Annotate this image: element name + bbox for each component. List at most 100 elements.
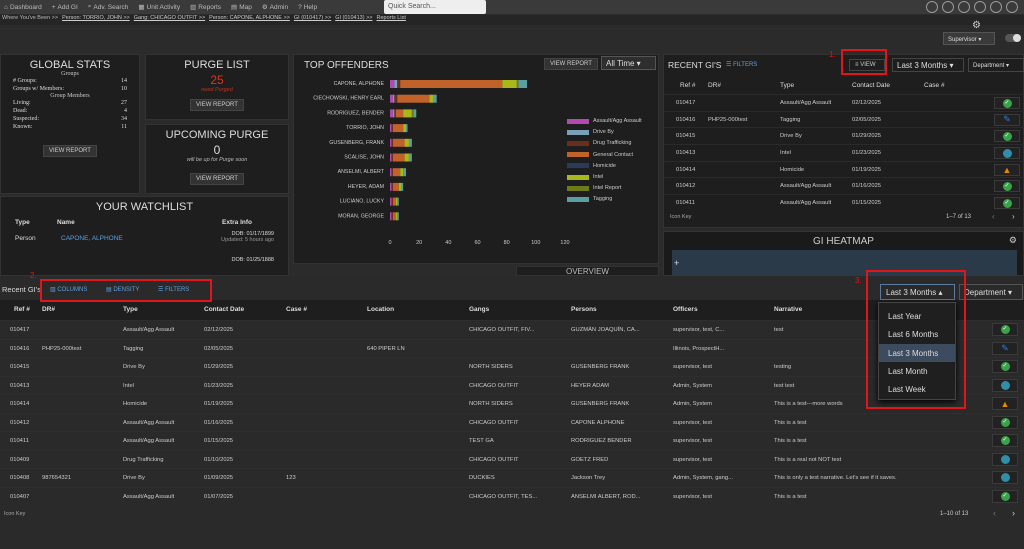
table-row[interactable]: 010412 Assault/Agg Assault 01/16/2025 CHICA…: [0, 412, 1024, 432]
bar-segment: [404, 138, 409, 147]
table-row[interactable]: 010409 Drug Trafficking 01/10/2025 CHICAGO …: [0, 449, 1024, 469]
legend-item: General Contact: [567, 152, 633, 158]
bar-segment: [403, 168, 407, 177]
category-label: CAPONE, ALPHONE: [334, 81, 385, 87]
bar-segment: [390, 212, 392, 221]
bell-icon[interactable]: [990, 1, 1002, 13]
bar-segment: [395, 109, 404, 118]
period-select[interactable]: Last 3 Months ▾: [892, 58, 964, 72]
table-row[interactable]: 010414 Homicide 01/19/2025 ▲: [664, 160, 1024, 178]
category-label: RODRIGUEZ, BENDER: [327, 110, 384, 116]
tick-label: 0: [388, 240, 391, 246]
prev-page-button[interactable]: ‹: [992, 212, 995, 221]
breadcrumb: Where You've Been >> Person: TORRIO, JOH…: [0, 15, 1024, 25]
period-select[interactable]: All Time ▾: [601, 56, 656, 70]
bar-segment: [429, 94, 434, 103]
bar-segment: [433, 94, 437, 103]
category-label: MORAN, GEORGE: [338, 213, 384, 219]
settings-icon[interactable]: [958, 1, 970, 13]
view-report-button[interactable]: VIEW REPORT: [544, 58, 598, 70]
view-report-button[interactable]: VIEW REPORT: [190, 99, 244, 111]
breadcrumb-item[interactable]: GI (010417) >>: [294, 15, 331, 25]
prev-page-button[interactable]: ‹: [993, 508, 996, 518]
bar-segment: [406, 124, 408, 133]
bar-segment: [390, 168, 392, 177]
bar-segment: [392, 138, 405, 147]
bar-segment: [390, 197, 392, 206]
bar-segment: [394, 80, 398, 88]
bar-segment: [391, 124, 393, 133]
bar-segment: [392, 212, 396, 221]
next-page-button[interactable]: ›: [1012, 508, 1015, 518]
bar-segment: [391, 212, 393, 221]
table-row[interactable]: 010416 PHP25-000test Tagging 02/05/2025 ✎: [664, 110, 1024, 128]
gear-icon[interactable]: ⚙: [972, 20, 981, 31]
nav-map[interactable]: ▤ Map: [231, 3, 252, 12]
table-row[interactable]: 010413 Intel 01/23/2025: [664, 144, 1024, 161]
nav-dashboard[interactable]: ⌂ Dashboard: [4, 4, 42, 11]
globe-icon: [1000, 380, 1010, 390]
check-icon: ✓: [1002, 181, 1012, 191]
help-icon: ?: [298, 3, 302, 11]
bar-segment: [391, 153, 393, 162]
category-label: TORRIO, JOHN: [346, 125, 384, 131]
category-label: SCALISE, JOHN: [344, 155, 384, 161]
nav-adv-search[interactable]: ⌕ Adv. Search: [88, 3, 129, 11]
quick-search-input[interactable]: Quick Search...: [384, 0, 486, 14]
bar-segment: [502, 80, 517, 88]
department-select[interactable]: Department ▾: [968, 58, 1024, 72]
icon-key-link[interactable]: Icon Key: [670, 214, 691, 220]
nav-unit-activity[interactable]: ▦ Unit Activity: [138, 3, 180, 12]
view-report-button[interactable]: VIEW REPORT: [43, 145, 97, 157]
recent-gis-panel: RECENT GI'S ☰ FILTERS ≡ VIEW Last 3 Mont…: [663, 54, 1024, 228]
nav-help[interactable]: ? Help: [298, 4, 317, 11]
legend-item: Homicide: [567, 163, 616, 169]
breadcrumb-item[interactable]: Person: TORRIO, JOHN >>: [62, 15, 130, 25]
toggle-switch[interactable]: [1005, 34, 1021, 42]
view-report-button[interactable]: VIEW REPORT: [190, 173, 244, 185]
table-row[interactable]: 010415 Drive By 01/29/2025 ✓: [664, 127, 1024, 144]
nav-add-gi[interactable]: + Add GI: [52, 4, 78, 11]
breadcrumb-item[interactable]: Person: CAPONE, ALPHONE >>: [209, 15, 290, 25]
table-row[interactable]: 010412 Assault/Agg Assault 01/16/2025 ✓: [664, 177, 1024, 194]
check-icon: ✓: [1002, 198, 1012, 208]
legend-item: Intel Report: [567, 185, 621, 191]
role-select[interactable]: Supervisor ▾: [943, 32, 995, 45]
tick-label: 100: [531, 240, 540, 246]
bar-segment: [390, 124, 392, 133]
nav-admin[interactable]: ⚙ Admin: [262, 3, 288, 12]
bar-segment: [397, 197, 399, 206]
annotation-box-1: [841, 49, 887, 75]
breadcrumb-item[interactable]: Gang: CHICAGO OUTFIT >>: [134, 15, 205, 25]
bar-segment: [395, 212, 398, 221]
bar-segment: [394, 109, 396, 118]
tick-label: 60: [474, 240, 480, 246]
next-page-button[interactable]: ›: [1012, 212, 1015, 221]
nav-reports[interactable]: ▥ Reports: [190, 3, 221, 12]
check-icon: ✓: [1002, 131, 1012, 141]
category-label: GUSENBERG, FRANK: [329, 140, 384, 146]
upcoming-purge-panel: UPCOMING PURGE 0 will be up for Purge so…: [145, 124, 289, 194]
table-row[interactable]: 010408 987654321 Drive By 01/09/2025 123 DUCK…: [0, 468, 1024, 487]
table-row[interactable]: 010411 Assault/Agg Assault 01/15/2025 TEST …: [0, 431, 1024, 450]
bar-segment: [397, 80, 401, 88]
bar-segment: [413, 109, 417, 118]
icon-key-link[interactable]: Icon Key: [4, 511, 25, 517]
target-icon[interactable]: [926, 1, 938, 13]
bar-segment: [400, 80, 503, 88]
mail-icon[interactable]: [974, 1, 986, 13]
badge-icon[interactable]: [942, 1, 954, 13]
gear-icon[interactable]: ⚙: [1009, 235, 1017, 246]
department-select[interactable]: Department ▾: [959, 284, 1023, 300]
legend-item: Tagging: [567, 196, 612, 202]
heatmap-panel: GI HEATMAP + ⚙: [663, 231, 1024, 276]
table-row[interactable]: 010411 Assault/Agg Assault 01/15/2025 ✓: [664, 194, 1024, 211]
breadcrumb-item[interactable]: Reports List: [377, 15, 406, 25]
breadcrumb-item[interactable]: GI (010413) >>: [335, 15, 372, 25]
zoom-in-button[interactable]: +: [674, 258, 679, 268]
table-row[interactable]: 010407 Assault/Agg Assault 01/07/2025 CHICA…: [0, 486, 1024, 506]
table-row[interactable]: 010417 Assault/Agg Assault 02/12/2025 ✓: [664, 94, 1024, 111]
user-icon[interactable]: [1006, 1, 1018, 13]
filters-button[interactable]: ☰ FILTERS: [726, 61, 757, 68]
watchlist-name-link[interactable]: CAPONE, ALPHONE: [61, 235, 123, 242]
